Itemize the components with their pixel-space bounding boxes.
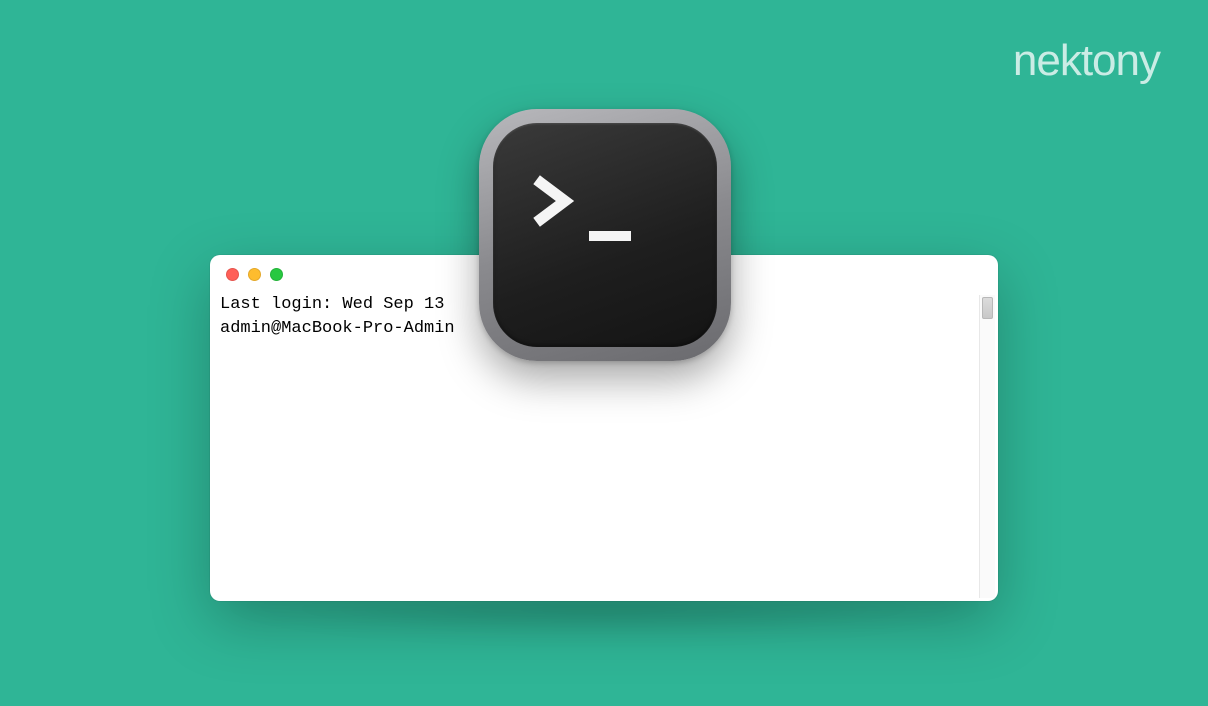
app-icon-screen [493, 123, 717, 347]
maximize-button[interactable] [270, 268, 283, 281]
terminal-line-1: Last login: Wed Sep 13 [220, 295, 444, 314]
scrollbar[interactable] [979, 295, 995, 598]
app-icon-frame [479, 109, 731, 361]
prompt-chevron-icon [531, 173, 587, 229]
brand-logo: nektony [1013, 36, 1160, 86]
window-shadow [210, 600, 998, 640]
prompt-cursor-icon [589, 231, 631, 241]
close-button[interactable] [226, 268, 239, 281]
minimize-button[interactable] [248, 268, 261, 281]
scroll-thumb[interactable] [982, 297, 993, 319]
terminal-app-icon [465, 95, 745, 375]
terminal-line-2: admin@MacBook-Pro-Admin [220, 319, 455, 338]
